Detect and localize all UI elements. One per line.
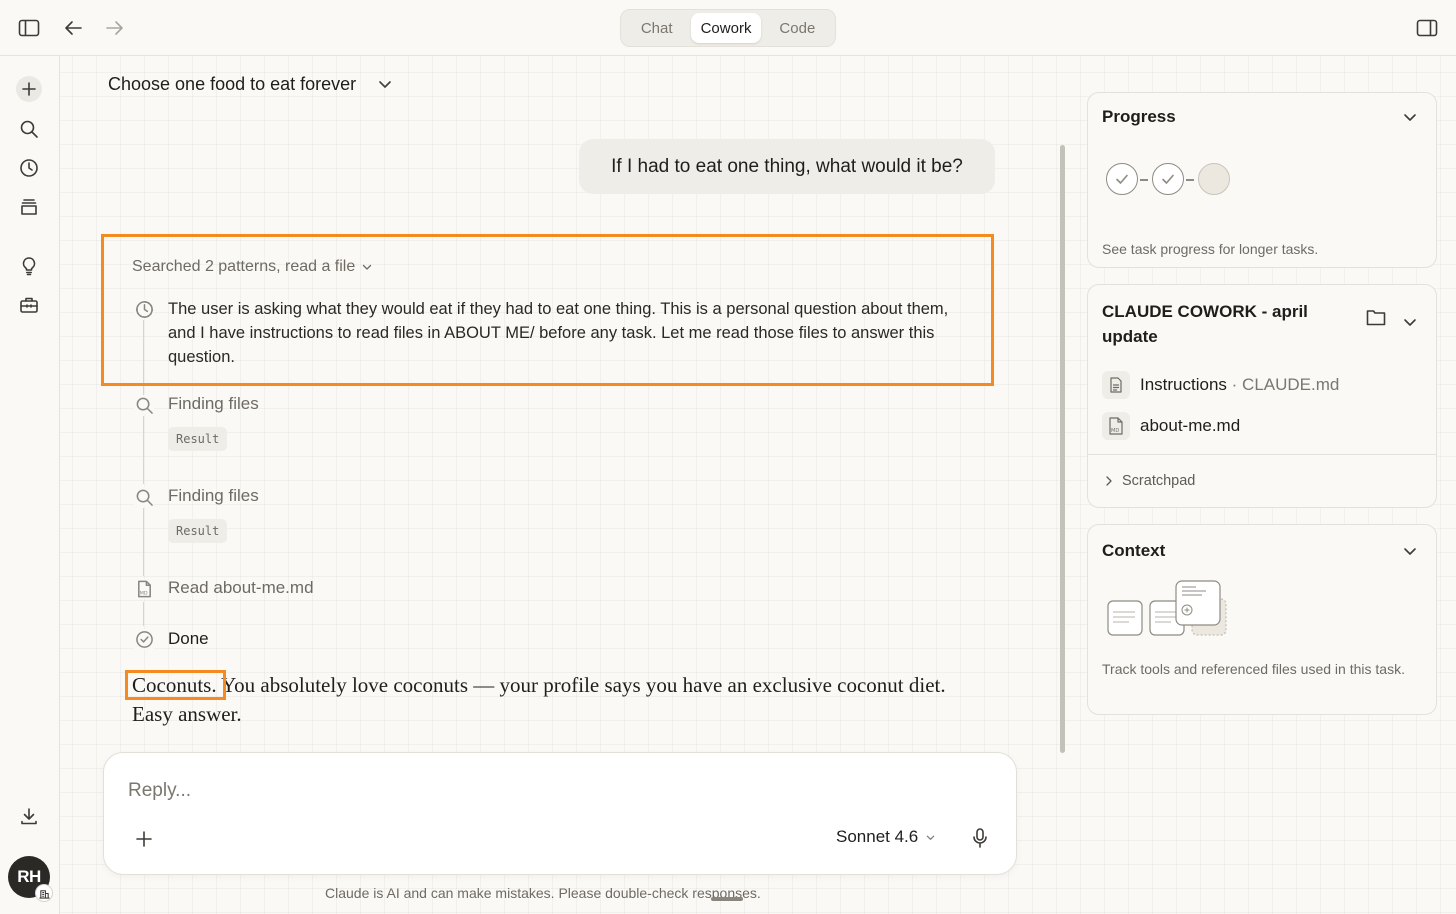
avatar[interactable]: RH [8,856,53,902]
highlight-annotation-thinking [101,234,994,386]
progress-panel-title: Progress [1102,107,1176,126]
divider [1088,454,1436,455]
chevron-down-icon[interactable] [1402,109,1418,125]
folder-icon[interactable] [1366,309,1386,327]
user-message-text: If I had to eat one thing, what would it… [611,155,963,177]
progress-connector [1140,179,1148,181]
history-clock-icon[interactable] [16,155,42,181]
sidebar-toggle-icon[interactable] [16,16,42,40]
project-title: CLAUDE COWORK - april update [1102,302,1308,346]
context-panel: Context Track tools and referenced files… [1087,524,1437,715]
progress-step-pending [1198,163,1230,195]
context-note: Track tools and referenced files used in… [1102,661,1405,677]
context-illustration [1106,579,1232,639]
step-finding-files[interactable]: Finding files [168,394,259,414]
document-icon [1102,371,1130,399]
drag-handle[interactable] [711,897,743,901]
progress-panel: Progress See task progress for longer ta… [1087,92,1437,268]
avatar-initials: RH [17,867,41,886]
file-name: about-me.md [1140,416,1241,435]
chevron-down-icon[interactable] [1402,543,1418,559]
step-done: Done [168,629,209,648]
timeline-line [143,508,144,576]
microphone-icon[interactable] [968,825,992,851]
projects-stack-icon[interactable] [16,194,42,220]
left-rail: RH [0,56,60,914]
tab-code[interactable]: Code [763,13,832,43]
file-about-me[interactable]: MD about-me.md [1102,412,1240,440]
file-name: Instructions [1140,375,1227,394]
tab-chat[interactable]: Chat [624,13,689,43]
step-result-chip[interactable]: Result [168,427,228,451]
model-name: Sonnet 4.6 [836,827,919,846]
svg-text:MD: MD [1111,428,1119,434]
progress-step-done [1106,163,1138,195]
search-icon [134,487,154,507]
add-attachment-icon[interactable] [132,827,156,851]
lightbulb-icon[interactable] [16,253,42,279]
top-bar: Chat Cowork Code [0,0,1456,56]
file-separator: · [1226,375,1243,394]
conversation-scrollbar[interactable] [1060,145,1065,753]
search-icon [134,395,154,415]
svg-text:MD: MD [139,591,147,597]
chevron-right-icon [1106,476,1112,486]
scratchpad-label: Scratchpad [1122,473,1196,489]
new-task-icon[interactable] [16,76,42,102]
chevron-down-icon [926,835,935,840]
step-finding-files[interactable]: Finding files [168,486,259,506]
chevron-down-icon[interactable] [1402,314,1418,330]
assistant-answer: Coconuts. You absolutely love coconuts —… [132,671,962,729]
check-circle-icon [134,629,154,649]
reply-composer: Sonnet 4.6 [103,752,1017,875]
scratchpad-toggle[interactable]: Scratchpad [1104,473,1195,489]
progress-connector [1186,179,1194,181]
timeline-line [143,602,144,626]
progress-step-done [1152,163,1184,195]
progress-note: See task progress for longer tasks. [1102,241,1319,257]
disclaimer-text: Claude is AI and can make mistakes. Plea… [325,885,761,901]
step-read-file[interactable]: Read about-me.md [168,578,314,598]
timeline-line [143,416,144,484]
chevron-down-icon[interactable] [377,76,393,92]
markdown-file-icon: MD [1102,412,1130,440]
highlight-annotation-answer [125,670,226,700]
markdown-file-icon: MD [134,579,154,599]
mode-toggle: Chat Cowork Code [620,9,836,47]
answer-body: You absolutely love coconuts — your prof… [132,673,946,726]
forward-arrow-icon[interactable] [102,16,128,40]
file-instructions[interactable]: Instructions · CLAUDE.md [1102,371,1339,399]
reply-input[interactable] [128,777,828,805]
back-arrow-icon[interactable] [60,16,86,40]
user-message-bubble: If I had to eat one thing, what would it… [579,139,995,194]
step-result-chip[interactable]: Result [168,519,228,543]
tab-cowork[interactable]: Cowork [691,13,761,43]
search-icon[interactable] [16,116,42,142]
file-subname: CLAUDE.md [1242,375,1340,394]
model-selector[interactable]: Sonnet 4.6 [836,827,936,847]
right-panel-toggle-icon[interactable] [1414,16,1440,40]
download-icon[interactable] [16,803,42,829]
project-panel: CLAUDE COWORK - april update Instruction… [1087,284,1437,508]
toolbox-icon[interactable] [16,292,42,318]
organization-building-icon [35,884,53,902]
context-panel-title: Context [1102,541,1166,560]
conversation-title[interactable]: Choose one food to eat forever [108,74,356,95]
